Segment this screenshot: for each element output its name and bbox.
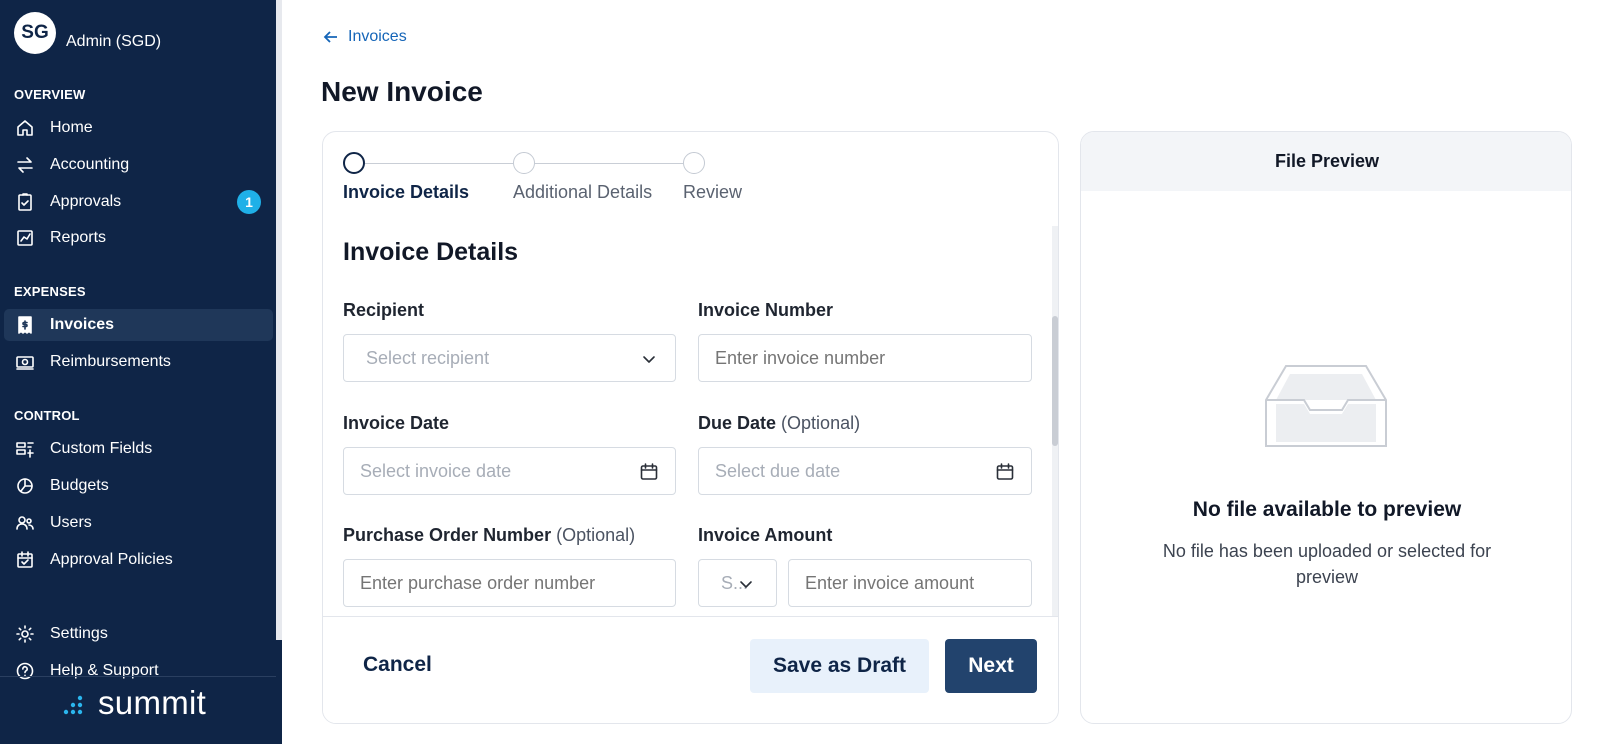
clipboard-check-icon — [14, 191, 36, 213]
sidebar-item-help[interactable]: Help & Support — [4, 655, 273, 687]
section-expenses: EXPENSES — [14, 284, 86, 299]
invoice-form-card: Invoice Details Additional Details Revie… — [322, 131, 1059, 724]
invoice-amount-label: Invoice Amount — [698, 525, 833, 545]
sidebar-item-label: Home — [50, 119, 93, 136]
profile-name: Admin (SGD) — [66, 33, 162, 50]
brand-logo: summit — [62, 684, 206, 722]
sidebar-item-approvals[interactable]: Approvals 1 — [4, 186, 273, 218]
sidebar-item-label: Reimbursements — [50, 353, 171, 370]
sidebar-item-users[interactable]: Users — [4, 507, 273, 539]
sidebar-scrollbar[interactable] — [276, 0, 282, 640]
sidebar-item-label: Approval Policies — [50, 551, 173, 568]
sidebar-item-invoices[interactable]: Invoices — [4, 309, 273, 341]
currency-select[interactable]: S... — [698, 559, 777, 607]
summit-logo-icon — [63, 695, 83, 715]
form-scrollbar-thumb[interactable] — [1052, 316, 1058, 446]
custom-fields-icon — [14, 438, 36, 460]
step-connector — [535, 163, 683, 164]
empty-inbox-icon — [1265, 365, 1387, 447]
invoice-icon — [14, 314, 36, 336]
breadcrumb-label: Invoices — [348, 28, 407, 45]
file-preview-card: File Preview No file available to previe… — [1080, 131, 1572, 724]
empty-state-title: No file available to preview — [1192, 498, 1462, 521]
pie-chart-icon — [14, 475, 36, 497]
step-label-review[interactable]: Review — [683, 182, 742, 203]
cancel-button[interactable]: Cancel — [363, 653, 432, 677]
step-indicator-3[interactable] — [683, 152, 705, 174]
empty-state-description: No file has been uploaded or selected fo… — [1162, 541, 1492, 587]
help-icon — [14, 660, 36, 682]
step-label-invoice-details[interactable]: Invoice Details — [343, 182, 469, 203]
cash-icon — [14, 351, 36, 373]
invoice-number-input[interactable] — [698, 334, 1032, 382]
invoice-date-label: Invoice Date — [343, 413, 450, 433]
next-button[interactable]: Next — [945, 639, 1037, 693]
file-preview-header: File Preview — [1081, 132, 1571, 191]
invoice-date-picker[interactable]: Select invoice date — [343, 447, 676, 495]
section-control: CONTROL — [14, 408, 80, 423]
brand-name: summit — [98, 684, 207, 721]
invoice-number-label: Invoice Number — [698, 300, 834, 320]
profile-menu[interactable]: SG Admin (SGD) — [14, 12, 161, 54]
avatar: SG — [14, 12, 56, 54]
due-date-label: Due Date (Optional) — [698, 413, 861, 433]
po-number-input[interactable] — [343, 559, 676, 607]
sidebar-item-label: Reports — [50, 229, 107, 246]
recipient-label: Recipient — [343, 300, 425, 320]
approvals-count-badge: 1 — [237, 190, 261, 214]
gear-icon — [14, 623, 36, 645]
optional-tag: (Optional) — [781, 413, 861, 433]
sidebar-item-label: Custom Fields — [50, 440, 153, 457]
sidebar-item-label: Invoices — [50, 316, 115, 333]
sidebar-item-home[interactable]: Home — [4, 112, 273, 144]
sidebar-item-budgets[interactable]: Budgets — [4, 470, 273, 502]
chevron-down-icon — [736, 574, 756, 594]
arrow-left-icon — [323, 31, 337, 43]
section-overview: OVERVIEW — [14, 87, 86, 102]
sidebar-item-label: Settings — [50, 625, 108, 642]
sidebar-item-label: Users — [50, 514, 92, 531]
sidebar-item-label: Budgets — [50, 477, 109, 494]
calendar-icon[interactable] — [639, 462, 659, 482]
save-draft-button[interactable]: Save as Draft — [750, 639, 929, 693]
sidebar-item-label: Approvals — [50, 193, 122, 210]
sidebar-item-approval-policies[interactable]: Approval Policies — [4, 544, 273, 576]
sidebar-item-settings[interactable]: Settings — [4, 618, 273, 650]
optional-tag: (Optional) — [556, 525, 636, 545]
breadcrumb-back-link[interactable]: Invoices — [322, 28, 407, 46]
sidebar: SG Admin (SGD) OVERVIEW Home Accounting … — [0, 0, 282, 744]
po-number-label: Purchase Order Number (Optional) — [343, 525, 636, 545]
recipient-select[interactable]: Select recipient — [343, 334, 676, 382]
form-footer: Cancel Save as Draft Next — [323, 616, 1058, 723]
users-icon — [14, 512, 36, 534]
recipient-placeholder: Select recipient — [366, 347, 490, 368]
sidebar-item-accounting[interactable]: Accounting — [4, 149, 273, 181]
step-label-additional-details[interactable]: Additional Details — [513, 182, 652, 203]
calendar-icon[interactable] — [995, 462, 1015, 482]
due-date-picker[interactable]: Select due date — [698, 447, 1032, 495]
invoice-date-placeholder: Select invoice date — [360, 460, 512, 481]
step-indicator-2[interactable] — [513, 152, 535, 174]
sidebar-item-reimbursements[interactable]: Reimbursements — [4, 346, 273, 378]
chevron-down-icon — [639, 349, 659, 369]
sidebar-item-label: Accounting — [50, 156, 130, 173]
calendar-check-icon — [14, 549, 36, 571]
sidebar-item-custom-fields[interactable]: Custom Fields — [4, 433, 273, 465]
step-connector — [365, 163, 513, 164]
step-indicator-1[interactable] — [343, 152, 365, 174]
sidebar-item-label: Help & Support — [50, 662, 159, 679]
transfer-icon — [14, 154, 36, 176]
page-title: New Invoice — [321, 76, 483, 107]
due-date-placeholder: Select due date — [715, 460, 841, 481]
section-title: Invoice Details — [343, 238, 519, 266]
sidebar-item-reports[interactable]: Reports — [4, 222, 273, 254]
invoice-amount-input[interactable] — [788, 559, 1032, 607]
home-icon — [14, 117, 36, 139]
stepper: Invoice Details Additional Details Revie… — [343, 152, 763, 212]
sidebar-divider — [0, 676, 276, 677]
chart-icon — [14, 227, 36, 249]
